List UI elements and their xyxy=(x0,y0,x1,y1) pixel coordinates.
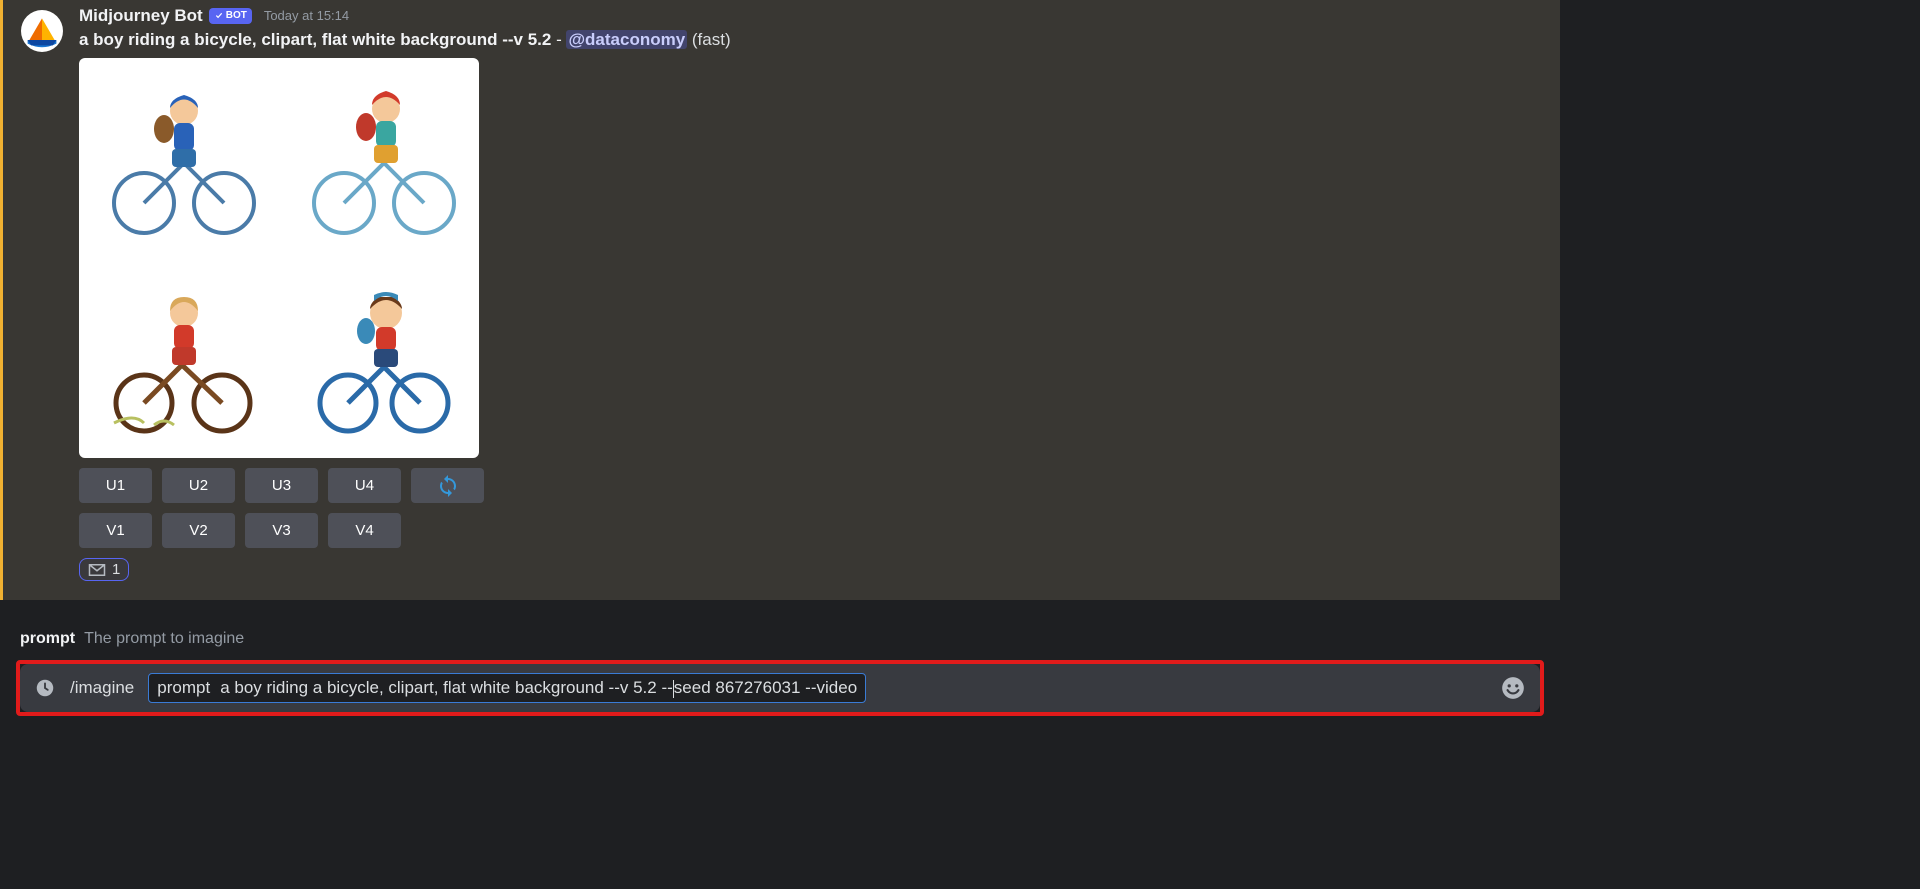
author-name[interactable]: Midjourney Bot xyxy=(79,6,203,26)
grid-cell-1 xyxy=(79,58,279,258)
message-input[interactable]: /imagine prompt a boy riding a bicycle, … xyxy=(20,664,1540,712)
envelope-reaction[interactable]: 1 xyxy=(79,558,129,581)
emoji-picker-button[interactable] xyxy=(1500,675,1526,701)
v2-button[interactable]: V2 xyxy=(162,513,235,548)
emoji-icon xyxy=(1500,675,1526,701)
v3-button[interactable]: V3 xyxy=(245,513,318,548)
message-row: Midjourney Bot BOT Today at 15:14 a boy … xyxy=(21,6,1560,582)
param-hint: prompt The prompt to imagine xyxy=(16,626,1544,660)
v1-button[interactable]: V1 xyxy=(79,513,152,548)
envelope-icon xyxy=(88,563,106,577)
grid-cell-3 xyxy=(79,258,279,458)
variation-button-row: V1 V2 V3 V4 xyxy=(79,513,731,548)
result-image-grid[interactable] xyxy=(79,58,479,458)
check-icon xyxy=(214,11,224,21)
bot-badge: BOT xyxy=(209,8,252,24)
slash-command: /imagine xyxy=(70,678,134,698)
bottom-right-gutter xyxy=(1560,600,1920,889)
u3-button[interactable]: U3 xyxy=(245,468,318,503)
boy-bicycle-4-icon xyxy=(294,273,464,443)
reroll-button[interactable] xyxy=(411,468,484,503)
input-area: prompt The prompt to imagine /imagine pr… xyxy=(0,600,1560,889)
param-value: a boy riding a bicycle, clipart, flat wh… xyxy=(220,678,857,698)
u2-button[interactable]: U2 xyxy=(162,468,235,503)
u1-button[interactable]: U1 xyxy=(79,468,152,503)
boy-bicycle-2-icon xyxy=(294,73,464,243)
dash: - xyxy=(551,30,566,49)
bot-badge-text: BOT xyxy=(226,6,247,26)
boy-bicycle-3-icon xyxy=(94,273,264,443)
prompt-text: a boy riding a bicycle, clipart, flat wh… xyxy=(79,30,551,49)
right-gutter xyxy=(1560,0,1920,600)
bot-avatar[interactable] xyxy=(21,10,63,52)
hint-label: prompt xyxy=(20,630,75,648)
v4-button[interactable]: V4 xyxy=(328,513,401,548)
param-name: prompt xyxy=(157,678,210,698)
message-timestamp: Today at 15:14 xyxy=(264,6,349,26)
hint-description: The prompt to imagine xyxy=(84,630,244,648)
boy-bicycle-1-icon xyxy=(94,73,264,243)
message-content: a boy riding a bicycle, clipart, flat wh… xyxy=(79,30,731,50)
upscale-button-row: U1 U2 U3 U4 xyxy=(79,468,731,503)
sailboat-icon xyxy=(24,13,60,49)
u4-button[interactable]: U4 xyxy=(328,468,401,503)
user-mention[interactable]: @dataconomy xyxy=(566,30,687,49)
message-container: Midjourney Bot BOT Today at 15:14 a boy … xyxy=(0,0,1560,600)
refresh-icon xyxy=(436,474,460,498)
prompt-param-pill[interactable]: prompt a boy riding a bicycle, clipart, … xyxy=(148,673,866,703)
speed-text: (fast) xyxy=(687,30,730,49)
grid-cell-2 xyxy=(279,58,479,258)
message-body: Midjourney Bot BOT Today at 15:14 a boy … xyxy=(79,6,731,582)
clock-icon xyxy=(34,677,56,699)
message-header: Midjourney Bot BOT Today at 15:14 xyxy=(79,6,731,26)
grid-cell-4 xyxy=(279,258,479,458)
reaction-count: 1 xyxy=(112,561,120,578)
input-highlight-box: /imagine prompt a boy riding a bicycle, … xyxy=(16,660,1544,716)
